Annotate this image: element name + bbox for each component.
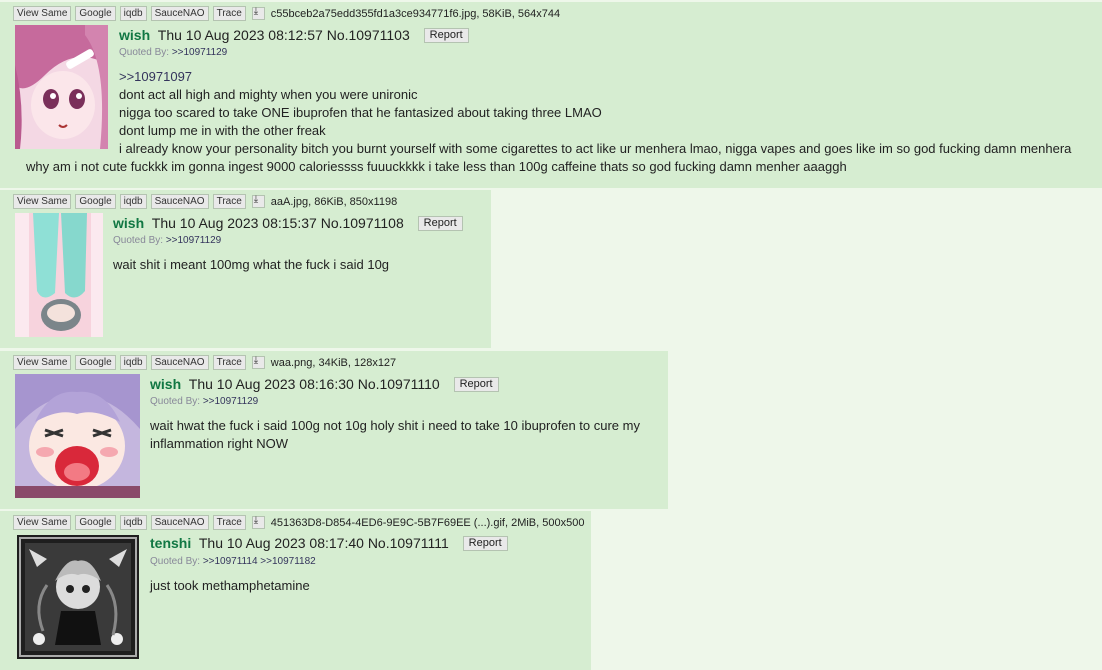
- file-bar: View Same Google iqdb SauceNAO Trace 451…: [13, 515, 584, 530]
- trace-button[interactable]: Trace: [212, 6, 246, 21]
- post-10971108: View Same Google iqdb SauceNAO Trace aaA…: [0, 190, 491, 348]
- post-line: wait hwat the fuck i said 100g not 10g h…: [150, 418, 640, 433]
- post-line: why am i not cute fuckkk im gonna ingest…: [26, 159, 847, 174]
- saucenao-button[interactable]: SauceNAO: [150, 194, 209, 209]
- download-icon[interactable]: [251, 6, 265, 20]
- post-thumbnail[interactable]: [15, 213, 103, 337]
- google-button[interactable]: Google: [75, 194, 116, 209]
- quoted-by-label: Quoted By:: [150, 396, 201, 407]
- file-bar: View Same Google iqdb SauceNAO Trace c55…: [13, 6, 560, 21]
- post-number[interactable]: No.10971103: [327, 27, 410, 43]
- poster-name: tenshi: [150, 535, 192, 551]
- report-button[interactable]: Report: [423, 28, 469, 43]
- post-date: Thu 10 Aug 2023 08:12:57: [157, 27, 323, 43]
- trace-button[interactable]: Trace: [212, 194, 246, 209]
- iqdb-button[interactable]: iqdb: [119, 515, 147, 530]
- post-body: wait hwat the fuck i said 100g not 10g h…: [150, 417, 640, 453]
- poster-name: wish: [150, 376, 182, 392]
- saucenao-button[interactable]: SauceNAO: [150, 515, 209, 530]
- quoted-by: Quoted By: >>10971129: [113, 235, 221, 246]
- file-info[interactable]: 451363D8-D854-4ED6-9E9C-5B7F69EE (...).g…: [271, 517, 585, 529]
- file-info[interactable]: aaA.jpg, 86KiB, 850x1198: [271, 196, 397, 208]
- post-line: just took methamphetamine: [150, 578, 310, 593]
- post-thumbnail[interactable]: [15, 374, 140, 498]
- download-icon[interactable]: [251, 515, 265, 529]
- file-bar: View Same Google iqdb SauceNAO Trace waa…: [13, 355, 396, 370]
- post-body-wrap: why am i not cute fuckkk im gonna ingest…: [26, 158, 847, 176]
- poster-name: wish: [113, 215, 145, 231]
- saucenao-button[interactable]: SauceNAO: [150, 6, 209, 21]
- view-same-button[interactable]: View Same: [13, 355, 72, 370]
- post-body: wait shit i meant 100mg what the fuck i …: [113, 256, 389, 274]
- file-info[interactable]: waa.png, 34KiB, 128x127: [271, 357, 396, 369]
- iqdb-button[interactable]: iqdb: [119, 355, 147, 370]
- google-button[interactable]: Google: [75, 515, 116, 530]
- poster-name: wish: [119, 27, 151, 43]
- view-same-button[interactable]: View Same: [13, 194, 72, 209]
- post-line: nigga too scared to take ONE ibuprofen t…: [119, 105, 602, 120]
- post-10971103: View Same Google iqdb SauceNAO Trace c55…: [0, 2, 1102, 188]
- post-line: wait shit i meant 100mg what the fuck i …: [113, 257, 390, 272]
- file-info[interactable]: c55bceb2a75edd355fd1a3ce934771f6.jpg, 58…: [271, 8, 560, 20]
- post-10971111: View Same Google iqdb SauceNAO Trace 451…: [0, 511, 591, 670]
- post-10971110: View Same Google iqdb SauceNAO Trace waa…: [0, 351, 668, 509]
- post-number[interactable]: No.10971108: [321, 215, 404, 231]
- quote-backlink[interactable]: >>10971129: [172, 47, 227, 58]
- post-line: dont lump me in with the other freak: [119, 123, 326, 138]
- post-header: wish Thu 10 Aug 2023 08:16:30 No.1097111…: [150, 376, 499, 392]
- view-same-button[interactable]: View Same: [13, 6, 72, 21]
- post-body: >>10971097 dont act all high and mighty …: [119, 68, 1071, 158]
- google-button[interactable]: Google: [75, 355, 116, 370]
- quoted-by-label: Quoted By:: [119, 47, 170, 58]
- post-date: Thu 10 Aug 2023 08:15:37: [151, 215, 317, 231]
- saucenao-button[interactable]: SauceNAO: [150, 355, 209, 370]
- download-icon[interactable]: [251, 194, 265, 208]
- report-button[interactable]: Report: [417, 216, 463, 231]
- post-body: just took methamphetamine: [150, 577, 310, 595]
- download-icon[interactable]: [251, 355, 265, 369]
- post-number[interactable]: No.10971111: [368, 535, 449, 551]
- quoted-by: Quoted By: >>10971129: [119, 47, 227, 58]
- trace-button[interactable]: Trace: [212, 355, 246, 370]
- quoted-by-label: Quoted By:: [113, 235, 164, 246]
- report-button[interactable]: Report: [453, 377, 499, 392]
- post-header: tenshi Thu 10 Aug 2023 08:17:40 No.10971…: [150, 535, 508, 551]
- post-date: Thu 10 Aug 2023 08:16:30: [188, 376, 354, 392]
- quote-backlink[interactable]: >>10971182: [260, 556, 315, 567]
- quote-backlink[interactable]: >>10971129: [166, 235, 221, 246]
- trace-button[interactable]: Trace: [212, 515, 246, 530]
- view-same-button[interactable]: View Same: [13, 515, 72, 530]
- quote-link[interactable]: >>10971097: [119, 68, 1071, 86]
- report-button[interactable]: Report: [462, 536, 508, 551]
- post-date: Thu 10 Aug 2023 08:17:40: [198, 535, 364, 551]
- quoted-by: Quoted By: >>10971129: [150, 396, 258, 407]
- post-header: wish Thu 10 Aug 2023 08:12:57 No.1097110…: [119, 27, 469, 43]
- post-line: dont act all high and mighty when you we…: [119, 87, 418, 102]
- quoted-by-label: Quoted By:: [150, 556, 201, 567]
- post-thumbnail[interactable]: [17, 535, 139, 659]
- quote-backlink[interactable]: >>10971114: [203, 556, 258, 567]
- file-bar: View Same Google iqdb SauceNAO Trace aaA…: [13, 194, 397, 209]
- post-thumbnail[interactable]: [15, 25, 108, 149]
- post-number[interactable]: No.10971110: [358, 376, 440, 392]
- iqdb-button[interactable]: iqdb: [119, 194, 147, 209]
- post-line: inflammation right NOW: [150, 436, 288, 451]
- iqdb-button[interactable]: iqdb: [119, 6, 147, 21]
- post-header: wish Thu 10 Aug 2023 08:15:37 No.1097110…: [113, 215, 463, 231]
- post-line: i already know your personality bitch yo…: [119, 141, 1072, 156]
- quoted-by: Quoted By: >>10971114 >>10971182: [150, 556, 316, 567]
- google-button[interactable]: Google: [75, 6, 116, 21]
- quote-backlink[interactable]: >>10971129: [203, 396, 258, 407]
